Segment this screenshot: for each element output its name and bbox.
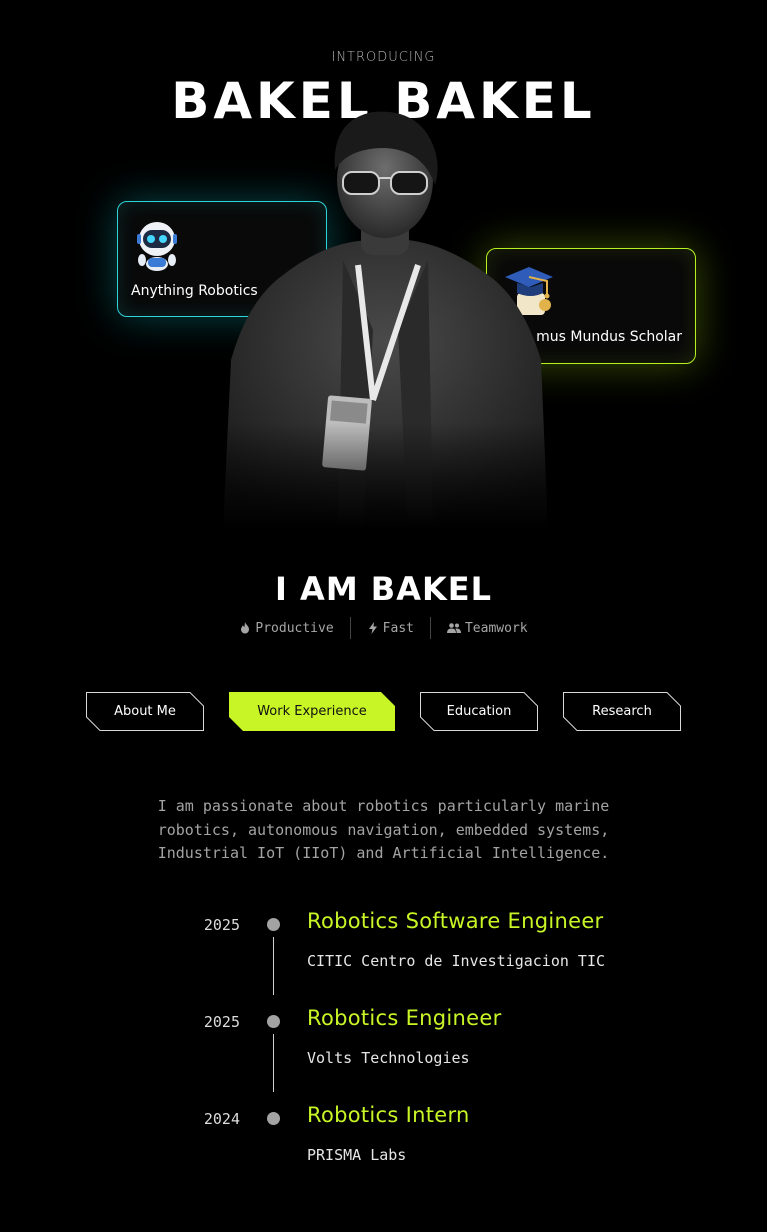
tab-education[interactable]: Education [420, 692, 538, 731]
intro-kicker: INTRODUCING [331, 50, 436, 65]
timeline-dot [267, 1015, 280, 1028]
section-tabs: About Me Work Experience Education Resea… [0, 692, 767, 732]
traits-row: Productive Fast Teamwork [0, 617, 767, 639]
trait-label: Fast [382, 620, 414, 636]
portrait-photo [223, 100, 548, 530]
timeline-role: Robotics Engineer [307, 1006, 502, 1030]
bio-text: I am passionate about robotics particula… [0, 795, 767, 866]
trait-label: Teamwork [464, 620, 528, 636]
timeline-year: 2024 [203, 1110, 240, 1128]
trait-teamwork: Teamwork [429, 617, 544, 639]
timeline-dot [267, 918, 280, 931]
scholar-card-label: mus Mundus Scholar [536, 329, 682, 345]
timeline-role: Robotics Intern [307, 1103, 470, 1127]
timeline-connector [273, 937, 274, 995]
tab-work-experience[interactable]: Work Experience [229, 692, 395, 731]
trait-fast: Fast [349, 617, 430, 639]
bio-line: I am passionate about robotics particula… [157, 797, 610, 815]
bio-line: Industrial IoT (IIoT) and Artificial Int… [157, 844, 610, 862]
timeline-role: Robotics Software Engineer [307, 909, 604, 933]
intro-heading: I AM BAKEL [275, 570, 492, 608]
timeline-connector [273, 1034, 274, 1092]
timeline-dot [267, 1112, 280, 1125]
flame-icon [241, 622, 250, 634]
bio-line: robotics, autonomous navigation, embedde… [157, 820, 610, 839]
timeline-org: PRISMA Labs [307, 1146, 407, 1164]
timeline-year: 2025 [203, 916, 240, 934]
tab-research[interactable]: Research [563, 692, 681, 731]
robot-icon [136, 220, 178, 276]
bolt-icon [368, 622, 377, 634]
trait-productive: Productive [223, 617, 349, 639]
timeline-org: CITIC Centro de Investigacion TIC [307, 952, 606, 970]
timeline-year: 2025 [203, 1013, 240, 1031]
users-icon [446, 623, 461, 633]
trait-label: Productive [255, 620, 334, 636]
timeline-org: Volts Technologies [307, 1049, 470, 1067]
tab-about-me[interactable]: About Me [86, 692, 204, 731]
